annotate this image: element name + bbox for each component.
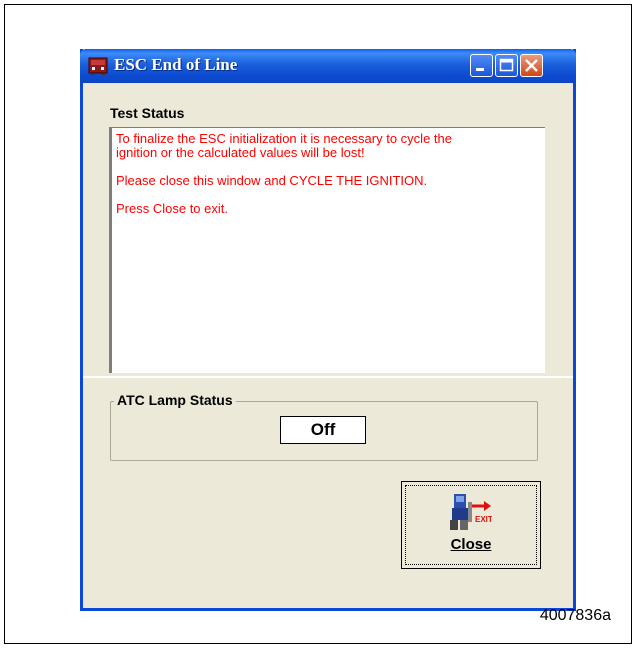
minimize-button[interactable] (470, 54, 493, 77)
maximize-button[interactable] (495, 54, 518, 77)
atc-lamp-group: ATC Lamp Status Off (110, 392, 538, 461)
status-message-1: To finalize the ESC initialization it is… (116, 131, 452, 160)
window-title: ESC End of Line (114, 55, 238, 74)
exit-icon: EXIT (450, 494, 492, 530)
figure-frame: ESC End of Line Test Status To finalize … (4, 4, 632, 644)
test-status-textarea[interactable]: To finalize the ESC initialization it is… (109, 127, 545, 373)
atc-lamp-label: ATC Lamp Status (114, 392, 236, 408)
close-button[interactable]: EXIT Close (401, 481, 541, 569)
atc-lamp-value: Off (280, 416, 366, 444)
figure-id: 4007836a (539, 607, 611, 624)
exit-icon-text: EXIT (475, 515, 492, 524)
status-message-2: Please close this window and CYCLE THE I… (116, 173, 428, 188)
close-button-label: Close (450, 536, 492, 553)
close-window-button[interactable] (520, 54, 543, 77)
title-bar[interactable]: ESC End of Line (80, 49, 576, 83)
status-message-3: Press Close to exit. (116, 201, 228, 216)
maximize-icon (499, 58, 514, 72)
esc-app-icon (88, 57, 108, 75)
dialog-window: ESC End of Line Test Status To finalize … (80, 49, 576, 611)
close-icon (525, 59, 538, 72)
test-status-label: Test Status (110, 105, 185, 121)
minimize-icon (476, 68, 484, 71)
section-divider (83, 376, 573, 378)
